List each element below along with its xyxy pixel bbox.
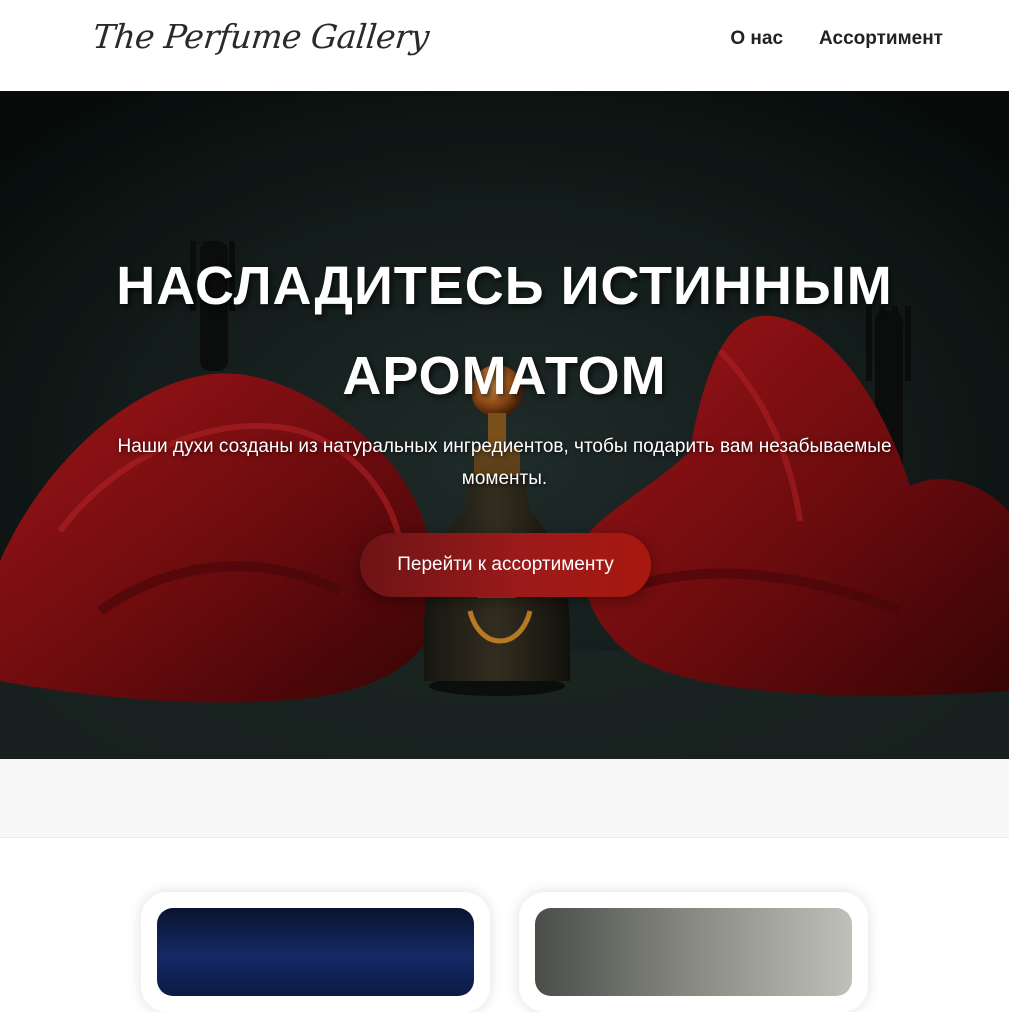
hero-section: НАСЛАДИТЕСЬ ИСТИННЫМ АРОМАТОМ Наши духи … (0, 91, 1009, 759)
product-image (157, 908, 474, 996)
hero-subtitle: Наши духи созданы из натуральных ингреди… (117, 436, 892, 489)
product-card[interactable] (519, 892, 868, 1012)
go-to-assortment-button[interactable]: Перейти к ассортименту (360, 533, 651, 597)
site-logo[interactable]: The Perfume Gallery (91, 17, 431, 56)
section-divider-band (0, 759, 1009, 838)
main-nav: О нас Ассортимент (730, 28, 943, 50)
product-image (535, 908, 852, 996)
nav-link-about[interactable]: О нас (730, 28, 783, 50)
hero-overlay (0, 91, 1009, 759)
hero-title: НАСЛАДИТЕСЬ ИСТИННЫМ АРОМАТОМ (116, 256, 893, 406)
nav-link-assortment[interactable]: Ассортимент (819, 28, 943, 50)
site-header: The Perfume Gallery О нас Ассортимент (0, 0, 1009, 91)
product-card[interactable] (141, 892, 490, 1012)
